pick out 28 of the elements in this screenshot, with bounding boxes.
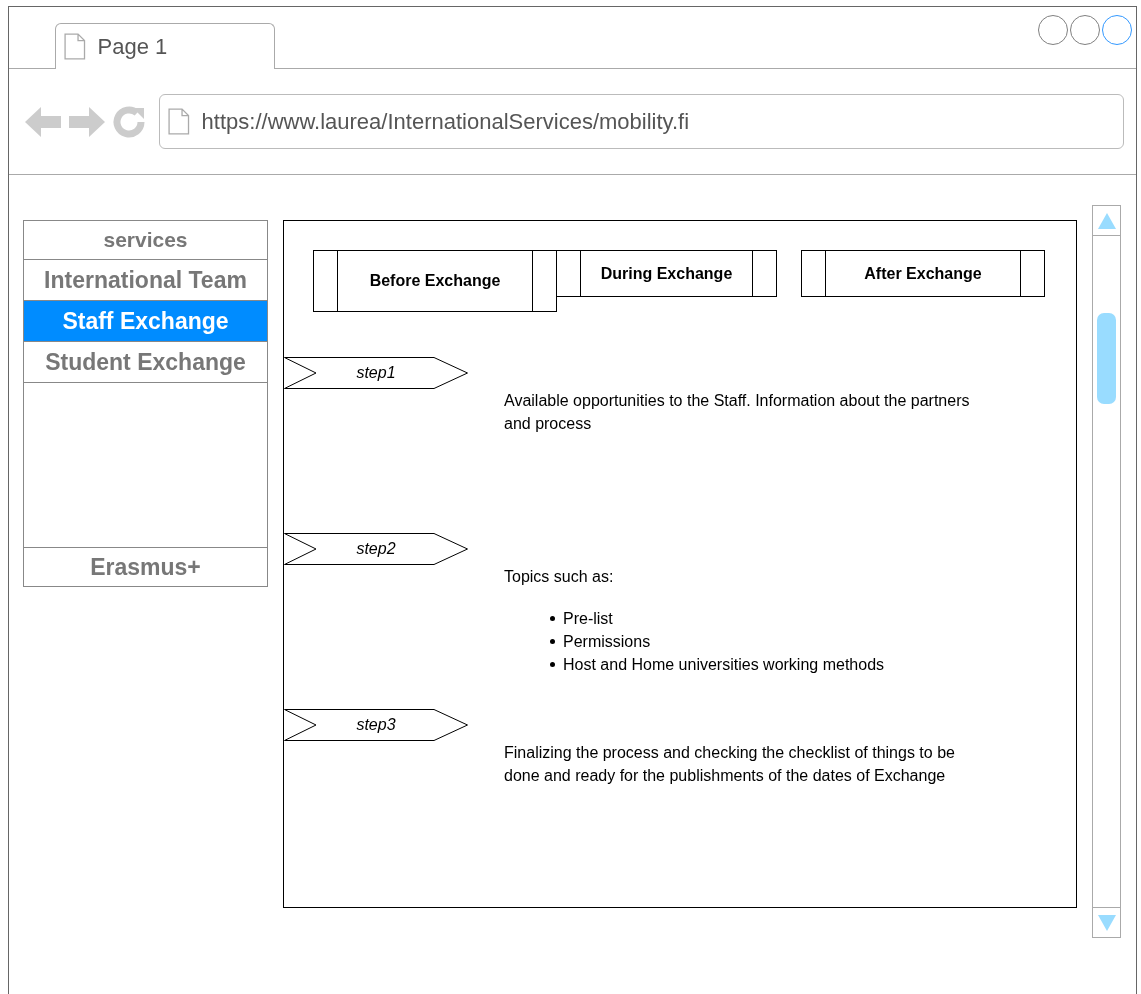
tab[interactable]: Before Exchange [313,250,557,312]
url-text: https://www.laurea/InternationalServices/mobility.fi [201,108,690,135]
step-tag: step3 [284,709,468,741]
step-tag: step2 [284,533,468,565]
bullet-text: Pre-list [563,609,613,629]
page-icon [168,108,190,135]
bullet-icon [550,616,555,621]
tab[interactable]: During Exchange [556,250,777,297]
page-icon [64,33,86,60]
bullet-text: Host and Home universities working methods [563,655,885,675]
browser-tab[interactable]: Page 1 [55,23,275,69]
tab[interactable]: After Exchange [801,250,1045,297]
address-bar[interactable]: https://www.laurea/InternationalServices/mobility.fi [159,94,1124,149]
step-description: Finalizing the process and checking the checklist of things to be done and ready for the publishments of the dates of Exchange [504,743,956,786]
bullet-text: Permissions [563,632,651,652]
reload-icon[interactable] [113,105,145,138]
bullet-icon [550,662,555,667]
forward-icon[interactable] [69,105,105,138]
scrollbar[interactable] [1092,205,1121,938]
step-description: Topics such as: [504,567,615,587]
up-arrow-icon[interactable] [1097,212,1116,229]
scroll-thumb[interactable] [1097,313,1116,404]
bullet-icon [550,639,555,644]
back-icon[interactable] [25,105,61,138]
step-description: Available opportunities to the Staff. Information about the partners and process [504,391,971,434]
down-arrow-icon[interactable] [1097,914,1116,931]
tab-title: Page 1 [97,33,168,60]
step-tag: step1 [284,357,468,389]
